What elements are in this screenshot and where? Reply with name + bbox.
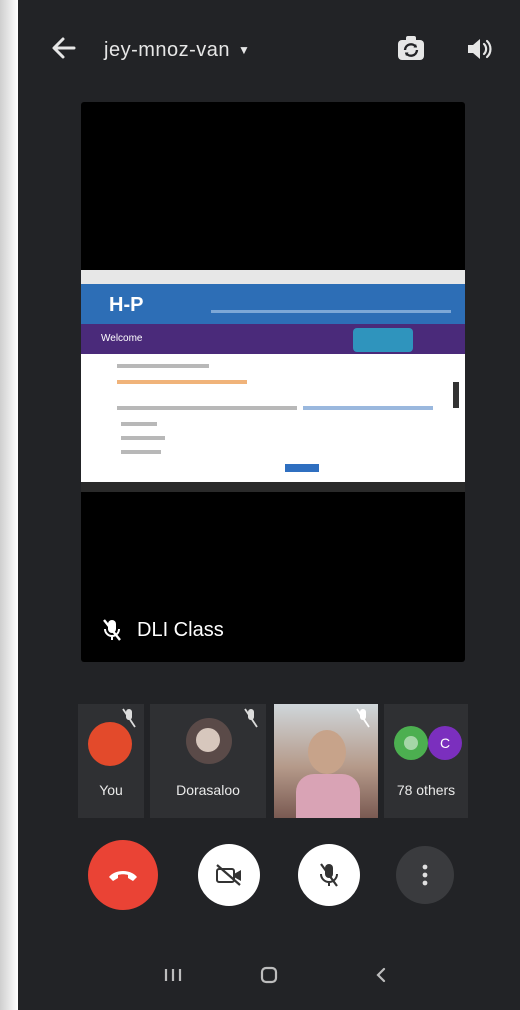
recents-icon xyxy=(164,969,182,981)
video-off-icon xyxy=(216,864,241,886)
participant-strip[interactable]: You Dorasaloo C 78 others xyxy=(78,704,468,818)
presenter-label: DLI Class xyxy=(101,618,224,642)
shared-text-line xyxy=(117,380,247,384)
back-button[interactable] xyxy=(46,30,82,66)
participant-name: Dorasaloo xyxy=(176,782,240,798)
avatar-face xyxy=(196,728,220,752)
mic-toggle-button[interactable] xyxy=(298,844,360,906)
mic-off-icon xyxy=(320,863,338,887)
speaker-button[interactable] xyxy=(464,34,494,64)
shared-text-line xyxy=(303,406,433,410)
shared-taskbar xyxy=(81,482,465,492)
shared-logo: H-P xyxy=(109,294,144,316)
participant-name: You xyxy=(99,782,123,798)
shared-text-line xyxy=(117,364,209,368)
phone-hangup-icon xyxy=(109,871,137,881)
system-navigation-bar xyxy=(18,950,520,1010)
more-options-button[interactable] xyxy=(396,846,454,904)
shared-browser-bar xyxy=(81,270,465,285)
shared-content xyxy=(81,354,465,482)
shared-button xyxy=(285,464,319,472)
recents-button[interactable] xyxy=(160,962,186,988)
home-button[interactable] xyxy=(256,962,282,988)
meeting-title: jey-mnoz-van xyxy=(104,38,231,61)
avatar-face xyxy=(404,736,418,750)
call-controls xyxy=(18,840,520,940)
face xyxy=(308,730,346,774)
shared-text-line xyxy=(117,406,297,410)
home-icon xyxy=(260,966,278,984)
shared-banner-band: Welcome xyxy=(81,324,465,354)
meeting-screen: jey-mnoz-van ▼ H-P Welcome DLI Class You… xyxy=(18,0,520,1010)
end-call-button[interactable] xyxy=(88,840,158,910)
mic-off-icon xyxy=(103,619,121,641)
more-vertical-icon xyxy=(422,864,428,886)
shared-text-line xyxy=(121,450,161,454)
presenter-name: DLI Class xyxy=(137,618,224,641)
shared-scrollbar xyxy=(453,382,459,408)
camera-toggle-button[interactable] xyxy=(198,844,260,906)
others-count: 78 others xyxy=(396,782,456,798)
shared-text-line xyxy=(121,422,157,426)
volume-icon xyxy=(468,39,492,59)
system-back-button[interactable] xyxy=(368,962,394,988)
avatar xyxy=(88,722,132,766)
body xyxy=(296,774,360,818)
shared-header-band: H-P xyxy=(81,284,465,324)
participant-video-tile[interactable] xyxy=(274,704,378,818)
participant-tile[interactable]: Dorasaloo xyxy=(150,704,266,818)
avatar-initial: C xyxy=(428,726,462,760)
shared-nav-line xyxy=(211,310,451,313)
switch-camera-button[interactable] xyxy=(394,32,428,66)
participant-tile-you[interactable]: You xyxy=(78,704,144,818)
arrow-left-icon xyxy=(52,37,76,59)
shared-text-line xyxy=(121,436,165,440)
main-video-stage[interactable]: H-P Welcome DLI Class xyxy=(81,102,465,662)
mic-off-icon xyxy=(356,708,370,728)
shared-screen: H-P Welcome xyxy=(81,270,465,492)
top-bar: jey-mnoz-van ▼ xyxy=(18,18,520,80)
shared-banner-art xyxy=(353,328,413,352)
mic-off-icon xyxy=(122,708,136,728)
mic-off-icon xyxy=(244,708,258,728)
caret-down-icon: ▼ xyxy=(238,43,250,57)
meeting-title-selector[interactable]: jey-mnoz-van ▼ xyxy=(104,36,250,64)
others-tile[interactable]: C 78 others xyxy=(384,704,468,818)
shared-banner-text: Welcome xyxy=(101,333,143,344)
chevron-left-icon xyxy=(376,967,386,983)
switch-camera-icon xyxy=(398,36,424,60)
